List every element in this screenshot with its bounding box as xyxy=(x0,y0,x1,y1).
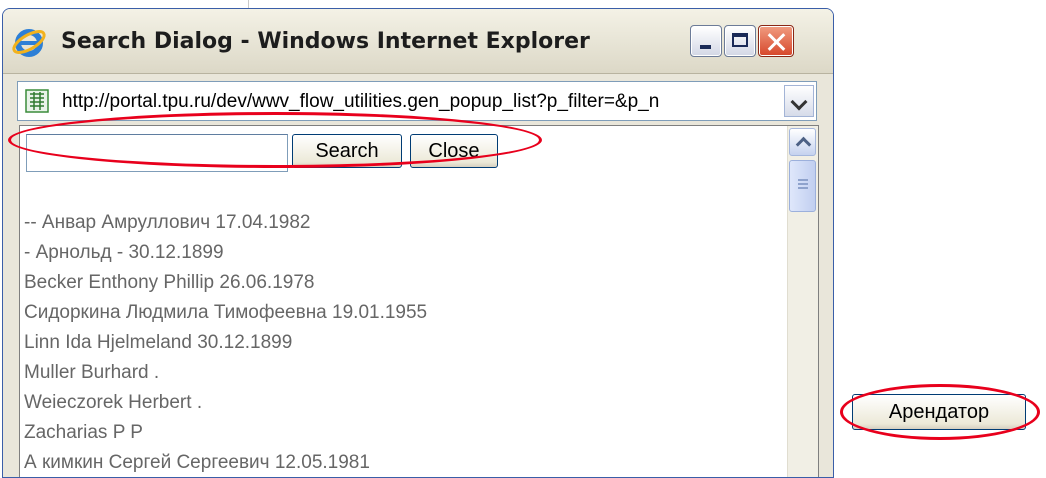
list-item[interactable]: Weieczorek Herbert . xyxy=(20,388,790,418)
scroll-up-button[interactable] xyxy=(789,128,816,156)
ie-logo-icon xyxy=(12,29,46,57)
window-title: Search Dialog - Windows Internet Explore… xyxy=(61,29,590,54)
list-item[interactable]: Linn Ida Hjelmeland 30.12.1899 xyxy=(20,328,790,358)
address-dropdown-button[interactable] xyxy=(784,85,814,117)
list-item[interactable]: Сидоркина Людмила Тимофеевна 19.01.1955 xyxy=(20,298,790,328)
list-item[interactable]: Becker Enthony Phillip 26.06.1978 xyxy=(20,268,790,298)
vertical-scrollbar[interactable] xyxy=(787,126,818,477)
annotation-ellipse-search xyxy=(8,112,542,168)
page-icon xyxy=(25,89,49,113)
result-list: -- Анвар Амруллович 17.04.1982 - Арнольд… xyxy=(20,208,790,477)
title-bar[interactable]: Search Dialog - Windows Internet Explore… xyxy=(3,9,833,74)
list-item[interactable]: Zacharias P P xyxy=(20,418,790,448)
close-window-button[interactable] xyxy=(758,25,794,57)
list-item[interactable]: Muller Burhard . xyxy=(20,358,790,388)
annotation-ellipse-arendator xyxy=(840,384,1040,440)
list-item[interactable]: А кимкин Сергей Сергеевич 12.05.1981 xyxy=(20,448,790,477)
scroll-thumb[interactable] xyxy=(789,160,816,212)
search-dialog-window: Search Dialog - Windows Internet Explore… xyxy=(2,8,834,478)
list-item[interactable]: - Арнольд - 30.12.1899 xyxy=(20,238,790,268)
maximize-button[interactable] xyxy=(724,25,756,57)
list-item[interactable]: -- Анвар Амруллович 17.04.1982 xyxy=(20,208,790,238)
address-url: http://portal.tpu.ru/dev/wwv_flow_utilit… xyxy=(62,91,660,112)
dialog-content: Search Close -- Анвар Амруллович 17.04.1… xyxy=(19,125,819,477)
minimize-button[interactable] xyxy=(690,25,722,57)
